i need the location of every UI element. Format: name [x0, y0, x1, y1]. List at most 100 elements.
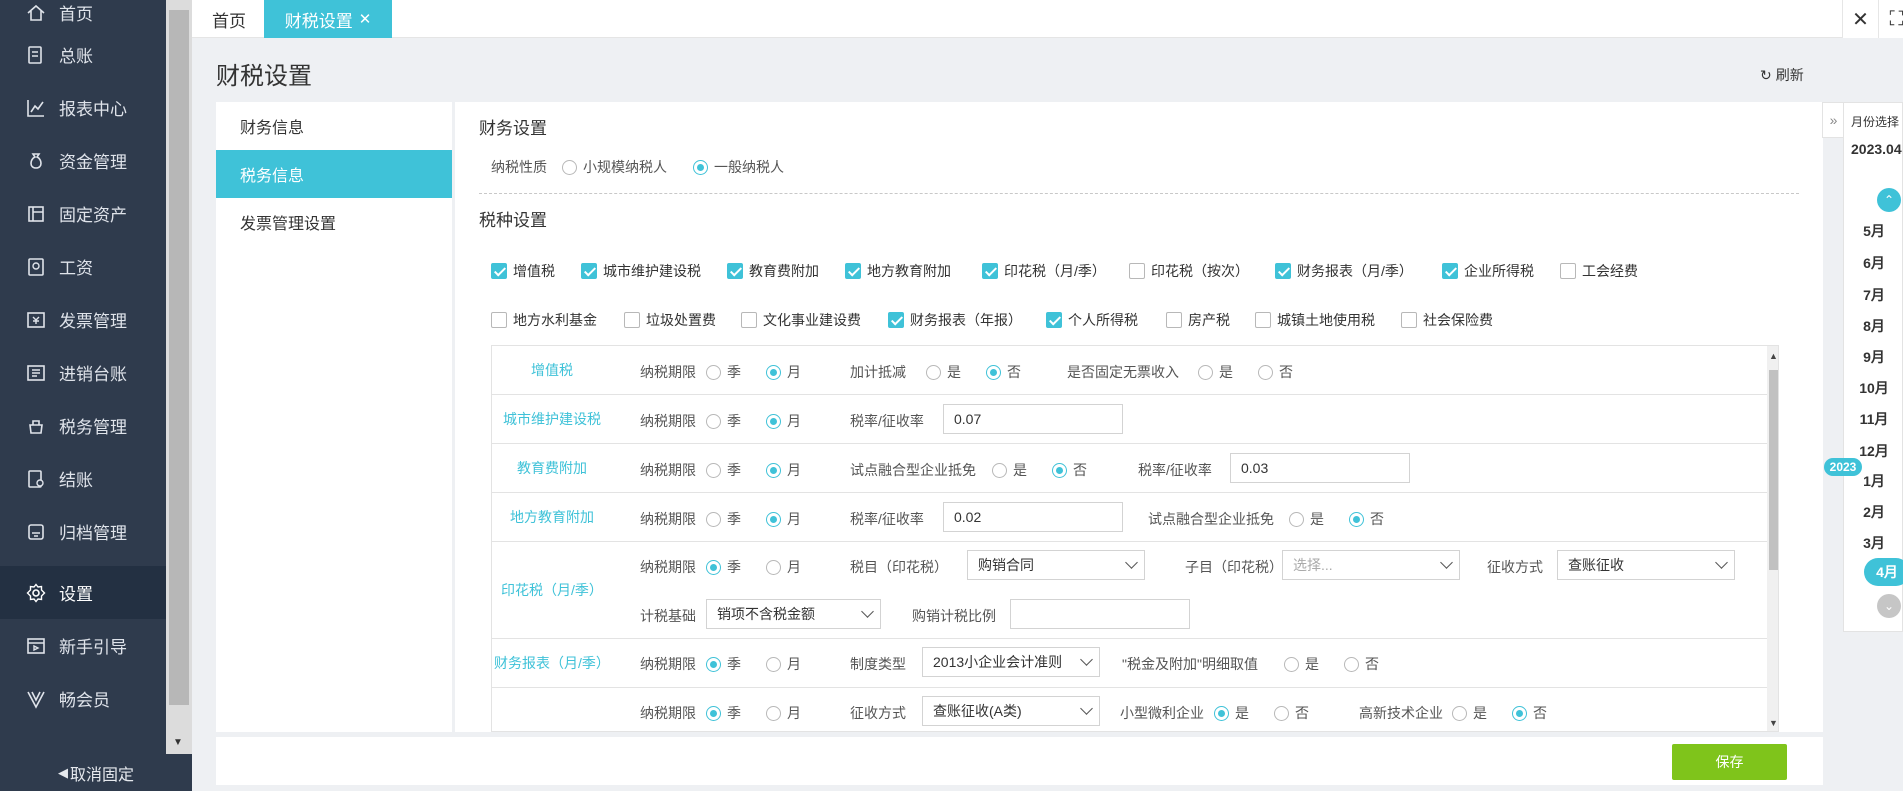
- stamp-sub-select[interactable]: 选择...: [1282, 550, 1460, 580]
- radio-yes[interactable]: 是: [1289, 509, 1324, 529]
- nav-invoice-settings[interactable]: 发票管理设置: [216, 198, 452, 246]
- tab-tax-settings[interactable]: 财税设置 ✕: [264, 0, 392, 38]
- month-item[interactable]: 7月: [1844, 285, 1903, 305]
- radio-season[interactable]: 季: [706, 654, 741, 674]
- radio-yes[interactable]: 是: [1214, 703, 1249, 723]
- sidebar-item-guide[interactable]: 新手引导: [0, 619, 166, 672]
- month-item[interactable]: 3月: [1844, 533, 1903, 553]
- checkbox[interactable]: [845, 263, 861, 279]
- radio-month[interactable]: 月: [766, 460, 801, 480]
- table-scrollbar[interactable]: ▲ ▼: [1767, 346, 1778, 731]
- sidebar-item-funds[interactable]: 资金管理: [0, 134, 166, 187]
- cb-iit[interactable]: 个人所得税: [1046, 310, 1138, 330]
- radio-button[interactable]: [986, 364, 1001, 380]
- checkbox[interactable]: [741, 312, 757, 328]
- scrollbar-thumb[interactable]: [1769, 370, 1778, 570]
- radio-small-scale[interactable]: 小规模纳税人: [562, 157, 667, 177]
- cb-city-tax[interactable]: 城市维护建设税: [581, 261, 701, 281]
- radio-season[interactable]: 季: [706, 362, 741, 382]
- month-item[interactable]: 8月: [1844, 316, 1903, 336]
- radio-button[interactable]: [766, 559, 781, 575]
- cb-report-period[interactable]: 财务报表（月/季）: [1275, 261, 1413, 281]
- cb-stamp-period[interactable]: 印花税（月/季）: [982, 261, 1106, 281]
- checkbox[interactable]: [1560, 263, 1576, 279]
- collapse-month-panel-button[interactable]: »: [1822, 102, 1844, 138]
- radio-button[interactable]: [1512, 705, 1527, 721]
- checkbox[interactable]: [1255, 312, 1271, 328]
- radio-button[interactable]: [1274, 705, 1289, 721]
- scroll-down-icon[interactable]: ▼: [173, 737, 183, 748]
- cb-union[interactable]: 工会经费: [1560, 261, 1638, 281]
- cb-local-edu[interactable]: 地方教育附加: [845, 261, 951, 281]
- radio-button[interactable]: [766, 364, 781, 380]
- checkbox[interactable]: [1442, 263, 1458, 279]
- radio-button[interactable]: [766, 705, 781, 721]
- radio-month[interactable]: 月: [766, 362, 801, 382]
- ratio-input[interactable]: [1010, 599, 1190, 629]
- radio-no[interactable]: 否: [1274, 703, 1309, 723]
- radio-yes[interactable]: 是: [992, 460, 1027, 480]
- cb-cit[interactable]: 企业所得税: [1442, 261, 1534, 281]
- cit-method-select[interactable]: 查账征收(A类): [922, 696, 1100, 726]
- month-item-selected[interactable]: 4月: [1864, 558, 1903, 586]
- scrollbar-thumb[interactable]: [169, 10, 189, 705]
- sidebar-item-checkout[interactable]: 结账: [0, 452, 166, 505]
- checkbox[interactable]: [1166, 312, 1182, 328]
- radio-month[interactable]: 月: [766, 509, 801, 529]
- checkbox[interactable]: [581, 263, 597, 279]
- cb-garbage[interactable]: 垃圾处置费: [624, 310, 716, 330]
- scroll-down-icon[interactable]: ▼: [1769, 718, 1778, 728]
- radio-button[interactable]: [766, 656, 781, 672]
- checkbox[interactable]: [982, 263, 998, 279]
- radio-button[interactable]: [1052, 462, 1067, 478]
- stamp-item-select[interactable]: 购销合同: [967, 550, 1145, 580]
- save-button[interactable]: 保存: [1672, 744, 1787, 780]
- refresh-button[interactable]: ↻ 刷新: [1760, 65, 1804, 85]
- cb-property[interactable]: 房产税: [1166, 310, 1230, 330]
- sidebar-item-reports[interactable]: 报表中心: [0, 81, 166, 134]
- chevron-down-icon[interactable]: ⌄: [1877, 594, 1901, 618]
- checkbox[interactable]: [1046, 312, 1062, 328]
- radio-season[interactable]: 季: [706, 411, 741, 431]
- radio-button[interactable]: [926, 364, 941, 380]
- checkbox[interactable]: [888, 312, 904, 328]
- checkbox[interactable]: [491, 312, 507, 328]
- collection-method-select[interactable]: 查账征收: [1557, 550, 1735, 580]
- sidebar-item-vip[interactable]: 畅会员: [0, 672, 166, 725]
- checkbox[interactable]: [1275, 263, 1291, 279]
- month-item[interactable]: 9月: [1844, 347, 1903, 367]
- month-item[interactable]: 10月: [1844, 378, 1903, 398]
- radio-button[interactable]: [706, 462, 721, 478]
- nav-finance-info[interactable]: 财务信息: [216, 102, 452, 150]
- radio-yes[interactable]: 是: [926, 362, 961, 382]
- nav-tax-info[interactable]: 税务信息: [216, 150, 452, 198]
- radio-button[interactable]: [766, 413, 781, 429]
- sidebar-item-salary[interactable]: 工资: [0, 240, 166, 293]
- sidebar-item-inventory[interactable]: 进销台账: [0, 346, 166, 399]
- chevron-up-icon[interactable]: ⌃: [1877, 188, 1901, 212]
- radio-button[interactable]: [706, 705, 721, 721]
- sidebar-item-settings[interactable]: 设置: [0, 566, 166, 619]
- radio-button[interactable]: [1349, 511, 1364, 527]
- radio-season[interactable]: 季: [706, 509, 741, 529]
- radio-no[interactable]: 否: [1344, 654, 1379, 674]
- radio-month[interactable]: 月: [766, 703, 801, 723]
- radio-button[interactable]: [1214, 705, 1229, 721]
- radio-button[interactable]: [1284, 656, 1299, 672]
- radio-no[interactable]: 否: [1512, 703, 1547, 723]
- cb-vat[interactable]: 增值税: [491, 261, 555, 281]
- radio-button[interactable]: [1198, 364, 1213, 380]
- sidebar-scrollbar[interactable]: ▼: [166, 0, 192, 754]
- radio-button[interactable]: [1344, 656, 1359, 672]
- radio-button[interactable]: [562, 159, 577, 175]
- radio-button[interactable]: [766, 511, 781, 527]
- radio-button[interactable]: [1289, 511, 1304, 527]
- system-type-select[interactable]: 2013小企业会计准则: [922, 647, 1100, 677]
- month-item[interactable]: 6月: [1844, 253, 1903, 273]
- radio-yes[interactable]: 是: [1452, 703, 1487, 723]
- radio-button[interactable]: [706, 559, 721, 575]
- scroll-up-icon[interactable]: ▲: [1769, 351, 1778, 361]
- checkbox[interactable]: [1401, 312, 1417, 328]
- radio-month[interactable]: 月: [766, 411, 801, 431]
- rate-input[interactable]: 0.02: [943, 502, 1123, 532]
